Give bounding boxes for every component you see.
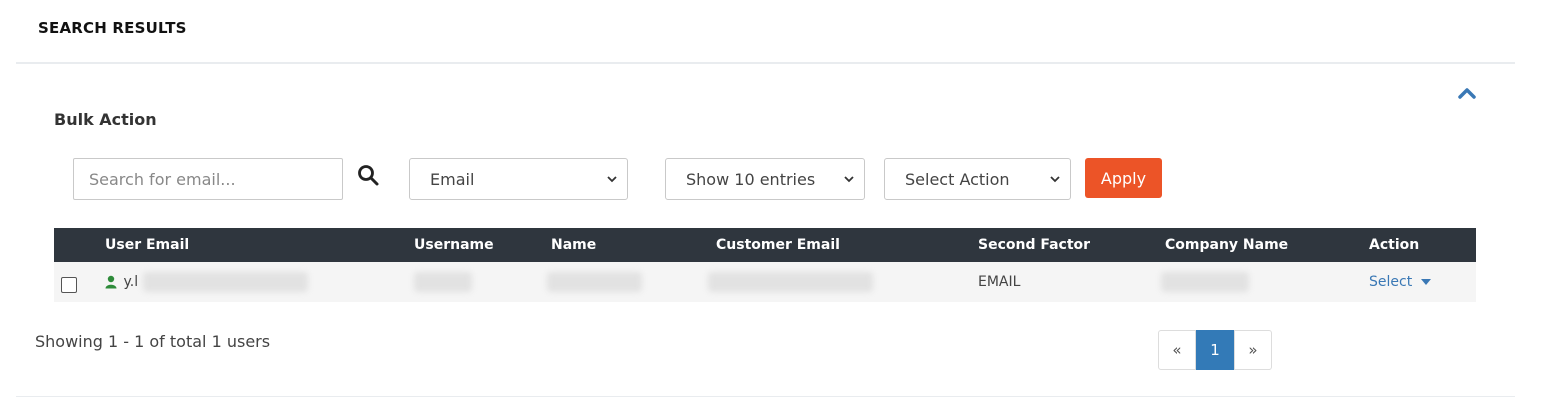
second-factor-cell: EMAIL (978, 274, 1021, 290)
search-icon[interactable] (356, 163, 380, 187)
chevron-down-icon (607, 176, 617, 183)
redacted-name (547, 272, 642, 292)
table-row: y.l EMAIL Select (54, 262, 1476, 302)
caret-down-icon (1420, 279, 1431, 285)
redacted-username (414, 272, 472, 292)
redacted-user-email (142, 272, 308, 292)
header-customer-email[interactable]: Customer Email (716, 228, 978, 262)
search-input[interactable] (73, 158, 343, 200)
results-summary: Showing 1 - 1 of total 1 users (35, 332, 271, 351)
divider (16, 396, 1515, 397)
entries-select-value: Show 10 entries (686, 169, 816, 189)
chevron-up-icon[interactable] (1456, 84, 1478, 102)
entries-select[interactable]: Show 10 entries (665, 158, 865, 200)
apply-button[interactable]: Apply (1085, 158, 1162, 198)
header-company-name[interactable]: Company Name (1165, 228, 1369, 262)
row-action-select[interactable]: Select (1369, 262, 1476, 302)
pagination-page-1[interactable]: 1 (1196, 330, 1234, 370)
row-action-label: Select (1369, 274, 1413, 290)
row-checkbox[interactable] (61, 277, 77, 293)
page-title: SEARCH RESULTS (38, 19, 187, 37)
header-name[interactable]: Name (551, 228, 716, 262)
action-select[interactable]: Select Action (884, 158, 1071, 200)
users-table: User Email Username Name Customer Email … (54, 228, 1476, 302)
pagination-next[interactable]: » (1234, 330, 1272, 370)
divider (16, 62, 1515, 64)
user-email-cell: y.l (105, 262, 414, 302)
header-select (54, 228, 105, 262)
pagination: « 1 » (1158, 330, 1272, 372)
filter-select[interactable]: Email (409, 158, 628, 200)
chevron-down-icon (1050, 176, 1060, 183)
header-username[interactable]: Username (414, 228, 551, 262)
redacted-company-name (1161, 272, 1249, 292)
header-action: Action (1369, 237, 1420, 253)
pagination-prev[interactable]: « (1158, 330, 1196, 370)
table-header-row: User Email Username Name Customer Email … (54, 228, 1476, 262)
action-select-value: Select Action (905, 169, 1010, 189)
redacted-customer-email (708, 272, 873, 292)
user-icon (105, 275, 117, 289)
header-second-factor[interactable]: Second Factor (978, 228, 1165, 262)
bulk-action-label: Bulk Action (54, 110, 157, 129)
chevron-down-icon (844, 176, 854, 183)
user-email-text: y.l (123, 274, 139, 290)
filter-select-value: Email (430, 169, 475, 189)
header-user-email[interactable]: User Email (105, 228, 414, 262)
